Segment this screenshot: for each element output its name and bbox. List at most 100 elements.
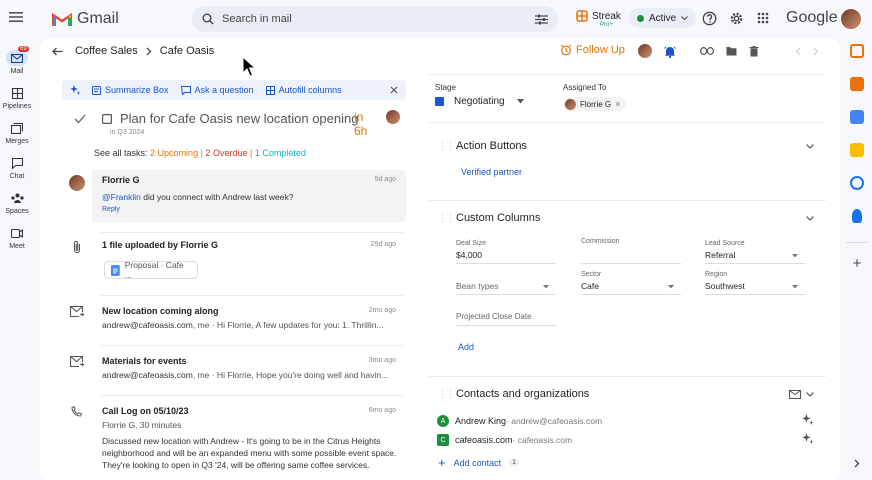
- divider: [100, 232, 404, 233]
- help-button[interactable]: [702, 11, 717, 26]
- check-icon[interactable]: [74, 114, 86, 124]
- projected-close-date-field[interactable]: Projected Close Date: [456, 312, 556, 326]
- add-column-button[interactable]: Add: [458, 342, 474, 352]
- assignee-avatar[interactable]: [638, 44, 652, 58]
- email-contacts-icon[interactable]: [789, 390, 801, 399]
- contacts-icon[interactable]: [852, 209, 862, 223]
- email-thread-item[interactable]: Materials for events 3mo ago andrew@cafe…: [68, 356, 408, 386]
- spaces-icon: [6, 190, 28, 206]
- chevron-down-icon[interactable]: [806, 216, 814, 221]
- task-due: in 6h: [354, 110, 368, 138]
- close-ai-toolbar-button[interactable]: [390, 86, 398, 94]
- keep-icon[interactable]: [850, 143, 864, 157]
- email-thread-item[interactable]: New location coming along 2mo ago andrew…: [68, 306, 408, 336]
- remove-assignee-icon[interactable]: ×: [615, 99, 620, 109]
- deal-size-field[interactable]: $4,000: [456, 250, 556, 264]
- add-addon-icon[interactable]: +: [846, 255, 868, 272]
- bean-types-select[interactable]: Bean types: [456, 281, 556, 295]
- help-icon: [702, 11, 717, 26]
- expand-side-panel-icon[interactable]: [854, 459, 860, 468]
- tasks-app-icon[interactable]: [850, 77, 864, 91]
- folder-move-icon[interactable]: [726, 46, 737, 56]
- verified-partner-button[interactable]: Verified partner: [461, 167, 522, 177]
- trash-icon[interactable]: [749, 45, 759, 57]
- organization-row[interactable]: C cafeoasis.com · cafeoasis.com: [437, 434, 572, 446]
- streak-panel-icon[interactable]: [850, 44, 864, 58]
- main-menu-button[interactable]: [9, 12, 23, 22]
- email-sender: andrew@cafeoasis.com: [102, 320, 193, 330]
- rail-label: Pipelines: [2, 103, 32, 110]
- previous-box-icon[interactable]: [795, 47, 801, 56]
- calendar-icon[interactable]: [850, 110, 864, 124]
- app-title: Gmail: [77, 10, 119, 27]
- drag-handle-icon[interactable]: ⋮⋮: [438, 389, 455, 400]
- rail-item-merges[interactable]: Merges: [0, 120, 34, 145]
- back-arrow-icon[interactable]: [52, 47, 63, 56]
- chat-bubble-icon: [180, 85, 191, 95]
- streak-button[interactable]: Streak Pro+: [576, 10, 621, 28]
- ask-question-button[interactable]: Ask a question: [180, 85, 254, 95]
- caret-down-icon: [516, 99, 524, 104]
- sparkle-icon[interactable]: [802, 433, 813, 444]
- sector-select[interactable]: Cafe: [581, 281, 681, 295]
- chevron-down-icon[interactable]: [806, 392, 814, 397]
- contact-email: · andrew@cafeoasis.com: [506, 416, 603, 426]
- rail-item-meet[interactable]: Meet: [0, 225, 34, 250]
- rail-item-spaces[interactable]: Spaces: [0, 190, 34, 215]
- google-doc-icon: [111, 264, 120, 276]
- apps-button[interactable]: [757, 12, 769, 24]
- comment-author: Florrie G: [102, 175, 140, 185]
- reply-link[interactable]: Reply: [102, 206, 398, 213]
- notification-bell-icon[interactable]: [664, 45, 676, 58]
- breadcrumb-box[interactable]: Cafe Oasis: [160, 45, 214, 57]
- task-title[interactable]: Plan for Cafe Oasis new location opening: [120, 111, 358, 126]
- contact-row[interactable]: A Andrew King · andrew@cafeoasis.com: [437, 415, 602, 427]
- drag-handle-icon[interactable]: ⋮⋮: [438, 141, 455, 152]
- drag-handle-icon[interactable]: ⋮⋮: [438, 213, 455, 224]
- search-bar[interactable]: Search in mail: [192, 6, 558, 32]
- completed-tasks-link[interactable]: 1 Completed: [255, 148, 306, 158]
- divider: [100, 345, 404, 346]
- follow-up-button[interactable]: Follow Up: [560, 44, 625, 56]
- rail-item-chat[interactable]: Chat: [0, 155, 34, 180]
- google-logo: Google: [786, 9, 838, 26]
- breadcrumb-pipeline[interactable]: Coffee Sales: [75, 45, 138, 57]
- divider: [428, 122, 826, 123]
- call-log-title: Call Log on 05/10/23: [102, 406, 189, 416]
- search-options-icon[interactable]: [535, 14, 548, 25]
- streak-label: Streak: [592, 11, 621, 22]
- status-selector[interactable]: Active: [629, 8, 697, 28]
- autofill-label: Autofill columns: [278, 85, 342, 95]
- task-checkbox[interactable]: [102, 113, 112, 124]
- settings-button[interactable]: [729, 11, 744, 26]
- link-icon[interactable]: [700, 47, 714, 55]
- summarize-box-button[interactable]: Summarize Box: [92, 85, 169, 95]
- menu-icon: [9, 12, 23, 22]
- stage-selector[interactable]: Negotiating: [435, 96, 524, 107]
- autofill-columns-button[interactable]: Autofill columns: [265, 85, 342, 95]
- action-buttons-title: Action Buttons: [456, 140, 527, 152]
- rail-item-mail[interactable]: 69 Mail: [0, 46, 34, 75]
- mail-icon: [6, 50, 28, 66]
- search-input[interactable]: Search in mail: [222, 13, 292, 25]
- google-tasks-icon[interactable]: [850, 176, 864, 190]
- region-select[interactable]: Southwest: [705, 281, 805, 295]
- gmail-logo[interactable]: Gmail: [52, 10, 119, 28]
- chevron-down-icon[interactable]: [806, 144, 814, 149]
- overdue-tasks-link[interactable]: 2 Overdue: [205, 148, 247, 158]
- next-box-icon[interactable]: [813, 47, 819, 56]
- comment-mention[interactable]: @Franklin: [102, 192, 141, 202]
- streak-tier: Pro+: [600, 22, 613, 28]
- lead-source-select[interactable]: Referral: [705, 250, 805, 264]
- upcoming-tasks-link[interactable]: 2 Upcoming: [150, 148, 198, 158]
- close-icon: [390, 86, 398, 94]
- call-log-item[interactable]: Call Log on 05/10/23 6mo ago Florrie G, …: [68, 406, 408, 470]
- add-contact-button[interactable]: + Add contact 1: [438, 455, 520, 470]
- commission-field[interactable]: [581, 250, 681, 264]
- file-chip[interactable]: Proposal · Cafe ...: [104, 260, 198, 280]
- sparkle-icon[interactable]: [802, 414, 813, 425]
- account-avatar[interactable]: [840, 8, 862, 30]
- assignee-chip[interactable]: Florrie G ×: [563, 97, 627, 111]
- box-actions: [638, 44, 819, 58]
- rail-item-pipelines[interactable]: Pipelines: [0, 85, 34, 110]
